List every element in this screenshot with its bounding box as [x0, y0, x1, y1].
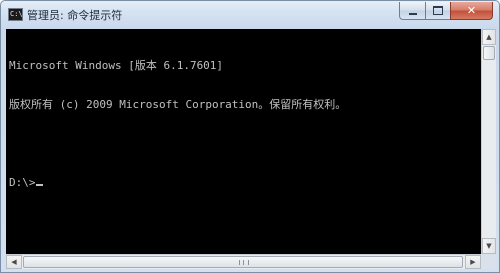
- scroll-down-button[interactable]: ▼: [482, 238, 496, 254]
- console-prompt: D:\>: [9, 176, 36, 189]
- chevron-right-icon: ▶: [470, 258, 476, 266]
- caption-buttons: ✕: [399, 2, 493, 20]
- cmd-icon[interactable]: C:\: [8, 8, 23, 21]
- horizontal-scrollbar[interactable]: ◀ ▶: [6, 254, 481, 269]
- window-title: 管理员: 命令提示符: [27, 9, 123, 22]
- command-prompt-window: C:\ 管理员: 命令提示符 ✕ Microsoft Windows [版本 6…: [0, 0, 500, 273]
- console-prompt-line: D:\>: [9, 176, 481, 189]
- close-button[interactable]: ✕: [450, 2, 493, 20]
- resize-grip[interactable]: [481, 254, 496, 269]
- text-cursor: [35, 184, 43, 186]
- console-line-copyright: 版权所有 (c) 2009 Microsoft Corporation。保留所有…: [9, 98, 347, 111]
- scroll-up-button[interactable]: ▲: [482, 29, 496, 45]
- chevron-up-icon: ▲: [486, 33, 492, 41]
- horizontal-scroll-thumb[interactable]: [23, 256, 463, 268]
- console-line-version: Microsoft Windows [版本 6.1.7601]: [9, 59, 224, 72]
- chevron-down-icon: ▼: [486, 242, 492, 250]
- maximize-icon: [433, 6, 443, 15]
- close-icon: ✕: [466, 4, 477, 17]
- scroll-left-button[interactable]: ◀: [6, 255, 22, 269]
- minimize-button[interactable]: [399, 2, 425, 20]
- maximize-button[interactable]: [425, 2, 450, 20]
- vertical-scroll-thumb[interactable]: [483, 46, 495, 60]
- chevron-left-icon: ◀: [11, 258, 17, 266]
- console-output[interactable]: Microsoft Windows [版本 6.1.7601] 版权所有 (c)…: [6, 29, 481, 254]
- minimize-icon: [408, 12, 417, 15]
- cmd-icon-glyph: C:\: [10, 10, 23, 18]
- vertical-scrollbar[interactable]: ▲ ▼: [481, 29, 496, 254]
- scroll-right-button[interactable]: ▶: [465, 255, 481, 269]
- thumb-grip-icon: [239, 260, 249, 265]
- title-bar[interactable]: C:\ 管理员: 命令提示符 ✕: [1, 1, 499, 29]
